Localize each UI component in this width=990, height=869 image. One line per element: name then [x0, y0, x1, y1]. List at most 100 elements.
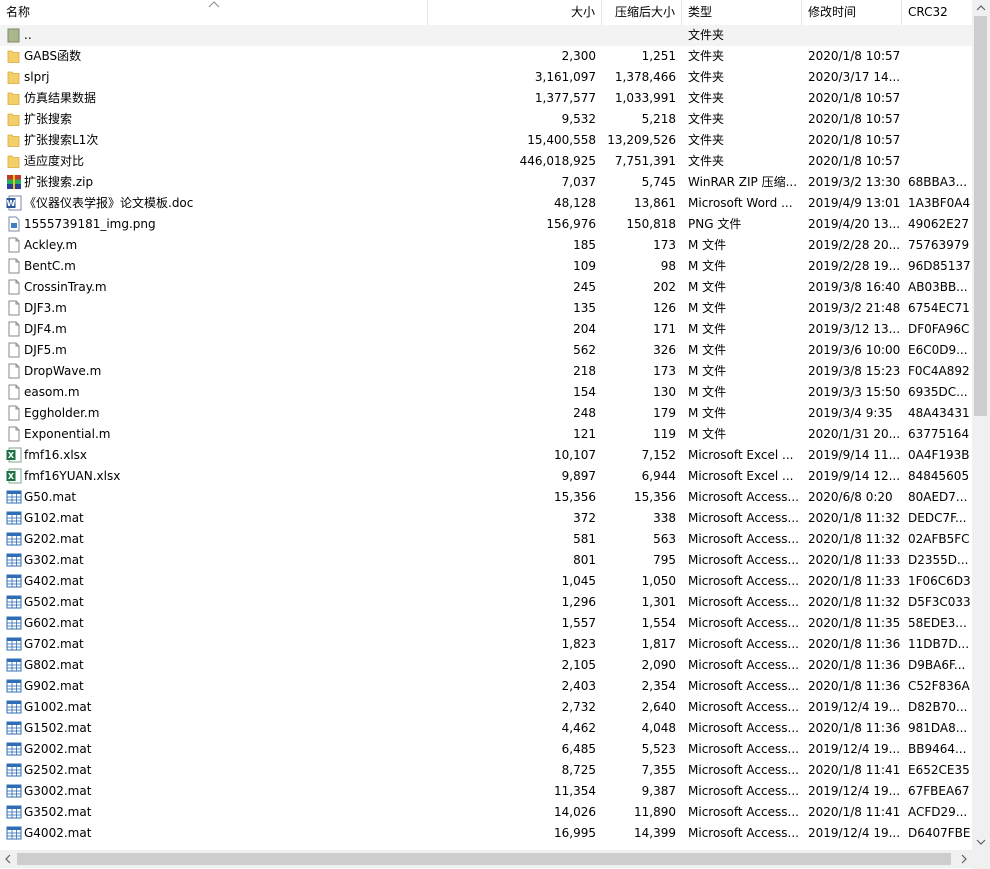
file-row[interactable]: 扩张搜索.zip 7,037 5,745 WinRAR ZIP 压缩... 2019/3… [0, 172, 972, 193]
file-row[interactable]: G50.mat 15,356 15,356 Microsoft Access... 20… [0, 487, 972, 508]
scroll-left-icon[interactable] [0, 850, 17, 868]
file-row[interactable]: G102.mat 372 338 Microsoft Access... 2020/1/… [0, 508, 972, 529]
file-row[interactable]: BentC.m 109 98 M 文件 2019/2/28 19... 96D85137 [0, 256, 972, 277]
file-row[interactable]: easom.m 154 130 M 文件 2019/3/3 15:50 6935DC... [0, 382, 972, 403]
file-row[interactable]: GABS函数 2,300 1,251 文件夹 2020/1/8 10:57 [0, 46, 972, 67]
file-modified: 2020/1/8 11:32 [808, 532, 900, 546]
file-name-cell: DropWave.m [0, 361, 420, 382]
file-row[interactable]: DropWave.m 218 173 M 文件 2019/3/8 15:23 F0C4A8… [0, 361, 972, 382]
file-size: 801 [573, 553, 596, 567]
vertical-scroll-thumb[interactable] [974, 16, 987, 416]
file-row[interactable]: G502.mat 1,296 1,301 Microsoft Access... 202… [0, 592, 972, 613]
file-row[interactable]: G802.mat 2,105 2,090 Microsoft Access... 202… [0, 655, 972, 676]
file-row[interactable]: DJF4.m 204 171 M 文件 2019/3/12 13... DF0FA96C [0, 319, 972, 340]
file-row[interactable]: G1002.mat 2,732 2,640 Microsoft Access... 20… [0, 697, 972, 718]
folder-icon [6, 90, 22, 106]
file-name-cell: G2502.mat [0, 760, 420, 781]
file-row[interactable]: 适应度对比 446,018,925 7,751,391 文件夹 2020/1/8 10:… [0, 151, 972, 172]
horizontal-scroll-thumb[interactable] [17, 853, 951, 865]
file-size: 245 [573, 280, 596, 294]
file-row[interactable]: G2002.mat 6,485 5,523 Microsoft Access... 20… [0, 739, 972, 760]
file-row[interactable]: DJF5.m 562 326 M 文件 2019/3/6 10:00 E6C0D9... [0, 340, 972, 361]
file-row[interactable]: Xfmf16YUAN.xlsx 9,897 6,944 Microsoft Excel… [0, 466, 972, 487]
file-row[interactable]: 扩张搜索 9,532 5,218 文件夹 2020/1/8 10:57 [0, 109, 972, 130]
file-modified: 2020/6/8 0:20 [808, 490, 893, 504]
svg-text:W: W [7, 199, 16, 208]
file-row[interactable]: 扩张搜索L1次 15,400,558 13,209,526 文件夹 2020/1/8 1… [0, 130, 972, 151]
file-name: DJF3.m [24, 301, 67, 315]
file-row[interactable]: G402.mat 1,045 1,050 Microsoft Access... 202… [0, 571, 972, 592]
file-row[interactable]: .. 文件夹 [0, 25, 972, 46]
column-header-packed[interactable]: 压缩后大小 [602, 0, 682, 25]
file-icon [6, 405, 22, 421]
file-name: G502.mat [24, 595, 84, 609]
file-name: slprj [24, 70, 50, 84]
table-file-icon [6, 762, 22, 778]
file-row[interactable]: 仿真结果数据 1,377,577 1,033,991 文件夹 2020/1/8 10:5… [0, 88, 972, 109]
file-row[interactable]: G3002.mat 11,354 9,387 Microsoft Access... 2… [0, 781, 972, 802]
file-type: Microsoft Access... [688, 658, 798, 672]
column-header-modified[interactable]: 修改时间 [802, 0, 902, 25]
file-row[interactable]: Ackley.m 185 173 M 文件 2019/2/28 20... 7576397… [0, 235, 972, 256]
horizontal-scrollbar[interactable] [0, 850, 972, 868]
file-packed-size: 1,554 [641, 616, 676, 630]
scroll-right-icon[interactable] [955, 850, 972, 868]
file-size: 9,532 [561, 112, 596, 126]
file-row[interactable]: W 《仪器仪表学报》论文模板.doc 48,128 13,861 Microsoft W… [0, 193, 972, 214]
file-modified: 2019/4/9 13:01 [808, 196, 900, 210]
file-size: 185 [573, 238, 596, 252]
file-row[interactable]: Xfmf16.xlsx 10,107 7,152 Microsoft Excel ..… [0, 445, 972, 466]
file-row[interactable]: slprj 3,161,097 1,378,466 文件夹 2020/3/17 14..… [0, 67, 972, 88]
vertical-scrollbar[interactable] [972, 0, 990, 850]
file-crc: 0A4F193B [908, 448, 970, 462]
file-row[interactable]: 1555739181_img.png 156,976 150,818 PNG 文件 20… [0, 214, 972, 235]
file-type: Microsoft Access... [688, 826, 798, 840]
file-row[interactable]: G202.mat 581 563 Microsoft Access... 2020/1/… [0, 529, 972, 550]
file-row[interactable]: CrossinTray.m 245 202 M 文件 2019/3/8 16:40 AB0… [0, 277, 972, 298]
file-row[interactable]: Exponential.m 121 119 M 文件 2020/1/31 20... 63… [0, 424, 972, 445]
file-crc [908, 88, 970, 109]
scroll-down-icon[interactable] [972, 834, 990, 850]
column-header-crc[interactable]: CRC32 [902, 0, 972, 25]
file-packed-size: 326 [653, 343, 676, 357]
file-row[interactable]: G602.mat 1,557 1,554 Microsoft Access... 202… [0, 613, 972, 634]
file-name-cell: Xfmf16YUAN.xlsx [0, 466, 420, 487]
file-row[interactable]: G2502.mat 8,725 7,355 Microsoft Access... 20… [0, 760, 972, 781]
file-name: fmf16YUAN.xlsx [24, 469, 121, 483]
file-icon [6, 237, 22, 253]
file-name-cell: GABS函数 [0, 46, 420, 67]
file-name: G2502.mat [24, 763, 92, 777]
svg-text:X: X [8, 472, 15, 481]
file-row[interactable]: G4002.mat 16,995 14,399 Microsoft Access...… [0, 823, 972, 844]
file-packed-size: 1,817 [641, 637, 676, 651]
table-file-icon [6, 783, 22, 799]
file-size: 1,296 [561, 595, 596, 609]
file-packed-size: 14,399 [634, 826, 676, 840]
file-crc: 63775164 [908, 427, 970, 441]
file-name-cell: W 《仪器仪表学报》论文模板.doc [0, 193, 420, 214]
file-packed-size: 202 [653, 280, 676, 294]
file-modified: 2019/3/6 10:00 [808, 343, 900, 357]
file-type: 文件夹 [688, 133, 725, 147]
column-header-type-label: 类型 [688, 5, 713, 19]
file-name: GABS函数 [24, 49, 82, 63]
file-name: 适应度对比 [24, 154, 85, 168]
file-name-cell: G50.mat [0, 487, 420, 508]
table-file-icon [6, 720, 22, 736]
file-row[interactable]: G702.mat 1,823 1,817 Microsoft Access... 202… [0, 634, 972, 655]
column-header-size[interactable]: 大小 [428, 0, 602, 25]
file-type: Microsoft Access... [688, 595, 798, 609]
file-type: M 文件 [688, 259, 727, 273]
file-row[interactable]: G1502.mat 4,462 4,048 Microsoft Access... 20… [0, 718, 972, 739]
file-name-cell: DJF3.m [0, 298, 420, 319]
scroll-up-icon[interactable] [972, 0, 990, 16]
file-row[interactable]: G302.mat 801 795 Microsoft Access... 2020/1/… [0, 550, 972, 571]
file-row[interactable]: DJF3.m 135 126 M 文件 2019/3/2 21:48 6754EC71 [0, 298, 972, 319]
file-row[interactable]: G3502.mat 14,026 11,890 Microsoft Access...… [0, 802, 972, 823]
file-crc: D2355D... [908, 553, 969, 567]
file-row[interactable]: Eggholder.m 248 179 M 文件 2019/3/4 9:35 48A434… [0, 403, 972, 424]
column-header-type[interactable]: 类型 [682, 0, 802, 25]
table-file-icon [6, 531, 22, 547]
file-row[interactable]: G902.mat 2,403 2,354 Microsoft Access... 202… [0, 676, 972, 697]
file-size: 248 [573, 406, 596, 420]
